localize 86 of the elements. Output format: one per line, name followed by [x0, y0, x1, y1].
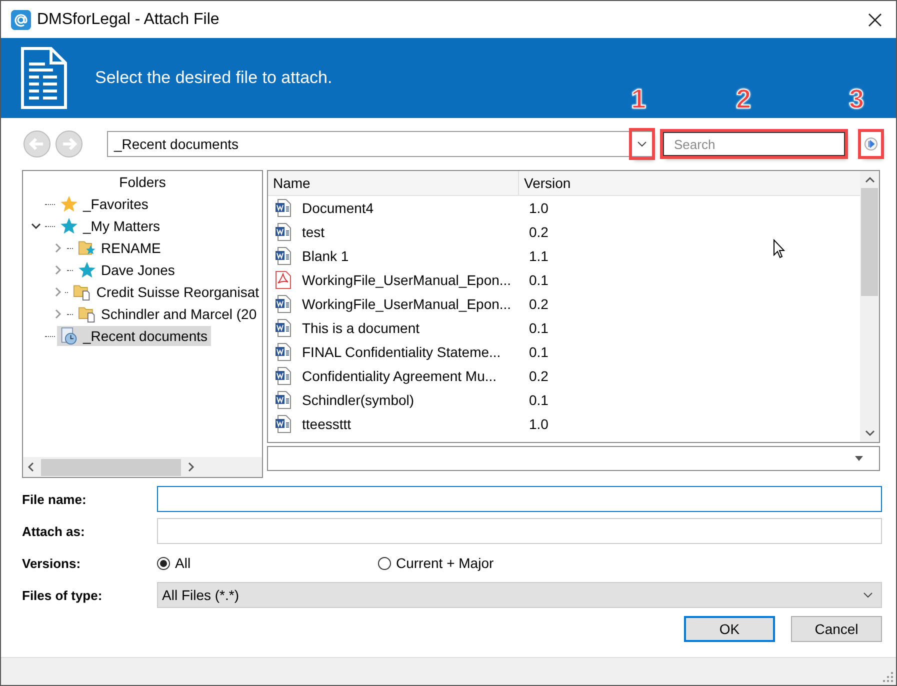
scrollbar-thumb[interactable]: [41, 458, 181, 476]
chevron-down-icon: [637, 141, 647, 147]
star-icon: [60, 195, 78, 213]
banner-text: Select the desired file to attach.: [95, 68, 332, 88]
close-icon[interactable]: [868, 12, 882, 26]
file-name[interactable]: Schindler(symbol): [302, 392, 526, 408]
folder-tree-item[interactable]: Schindler and Marcel (20: [75, 304, 260, 324]
column-header[interactable]: Name: [268, 171, 519, 195]
folder-document-icon: [78, 305, 96, 323]
word-document-icon: [275, 343, 291, 361]
file-name[interactable]: This is a document: [302, 320, 526, 336]
expand-chevron-icon[interactable]: [31, 221, 41, 231]
folder-tree-item[interactable]: RENAME: [75, 238, 164, 258]
file-type-dropdown[interactable]: All Files (*.*): [157, 582, 882, 608]
word-document-icon: [275, 295, 291, 313]
document-icon: [21, 47, 67, 109]
ok-button[interactable]: OK: [684, 616, 775, 642]
resize-grip-icon[interactable]: [883, 672, 893, 682]
star-icon: [78, 261, 96, 279]
location-dropdown[interactable]: _Recent documents: [107, 131, 653, 157]
pdf-document-icon: [275, 271, 291, 289]
clock-document-icon: [60, 327, 78, 345]
radio-option[interactable]: All: [157, 555, 378, 571]
play-icon: [864, 137, 878, 151]
back-icon[interactable]: [23, 130, 51, 158]
search-field[interactable]: Search: [663, 132, 845, 156]
word-document-icon: [275, 223, 291, 241]
folder-star-icon: [78, 239, 96, 257]
filter-dropdown[interactable]: [267, 446, 880, 471]
panel-title: Folders: [118, 173, 167, 192]
file-version: 0.1: [528, 392, 548, 408]
app-icon: [11, 10, 31, 30]
file-name[interactable]: FINAL Confidentiality Stateme...: [302, 344, 526, 360]
scroll-left-icon[interactable]: [27, 462, 35, 472]
forward-icon[interactable]: [55, 130, 83, 158]
file-version: 0.2: [528, 368, 548, 384]
field-label: Files of type:: [22, 588, 104, 602]
folder-tree-item[interactable]: Credit Suisse Reorganisat: [70, 282, 262, 302]
radio-option[interactable]: Current + Major: [378, 555, 599, 571]
callout-number: 3: [849, 84, 864, 115]
column-header[interactable]: Version: [519, 171, 571, 195]
scrollbar-thumb[interactable]: [861, 188, 878, 296]
folder-tree-item[interactable]: _Recent documents: [57, 326, 211, 346]
field-label: Attach as:: [22, 524, 86, 538]
file-version: 0.1: [528, 320, 548, 336]
search-go-button[interactable]: [861, 132, 881, 156]
folder-document-icon: [73, 283, 92, 301]
folder-tree-item[interactable]: _My Matters: [57, 216, 164, 236]
scroll-right-icon[interactable]: [187, 462, 195, 472]
file-version: 1.0: [528, 200, 548, 216]
file-name[interactable]: tteessttt: [302, 416, 526, 432]
chevron-down-icon: [863, 592, 873, 598]
mouse-cursor-icon: [773, 239, 785, 259]
window-title: DMSforLegal - Attach File: [37, 10, 220, 28]
radio-button[interactable]: [378, 556, 391, 570]
field-label: File name:: [22, 492, 88, 506]
word-document-icon: [275, 391, 291, 409]
file-name[interactable]: Confidentiality Agreement Mu...: [302, 368, 526, 384]
file-version: 0.2: [528, 224, 548, 240]
file-name[interactable]: WorkingFile_UserManual_Epon...: [302, 272, 526, 288]
word-document-icon: [275, 415, 291, 433]
file-name-field[interactable]: [157, 486, 882, 512]
callout-number: 1: [631, 84, 646, 115]
word-document-icon: [275, 367, 291, 385]
file-name[interactable]: WorkingFile_UserManual_Epon...: [302, 296, 526, 312]
folder-tree-item[interactable]: _Favorites: [57, 194, 152, 214]
field-label: Versions:: [22, 556, 82, 570]
word-document-icon: [275, 199, 291, 217]
file-version: 0.1: [528, 344, 548, 360]
cancel-button[interactable]: Cancel: [791, 616, 882, 642]
radio-button[interactable]: [157, 556, 170, 570]
word-document-icon: [275, 247, 291, 265]
file-name[interactable]: test: [302, 224, 526, 240]
word-document-icon: [275, 319, 291, 337]
attach-as-field[interactable]: [157, 518, 882, 544]
file-version: 1.0: [528, 416, 548, 432]
file-version: 1.1: [528, 248, 548, 264]
caret-down-icon: [855, 456, 863, 461]
scroll-down-icon[interactable]: [864, 429, 874, 437]
file-version: 0.1: [528, 272, 548, 288]
scroll-up-icon[interactable]: [864, 176, 874, 184]
star-icon: [60, 217, 78, 235]
folder-tree-item[interactable]: Dave Jones: [75, 260, 178, 280]
file-name[interactable]: Blank 1: [302, 248, 526, 264]
file-version: 0.2: [528, 296, 548, 312]
file-name[interactable]: Document4: [302, 200, 526, 216]
